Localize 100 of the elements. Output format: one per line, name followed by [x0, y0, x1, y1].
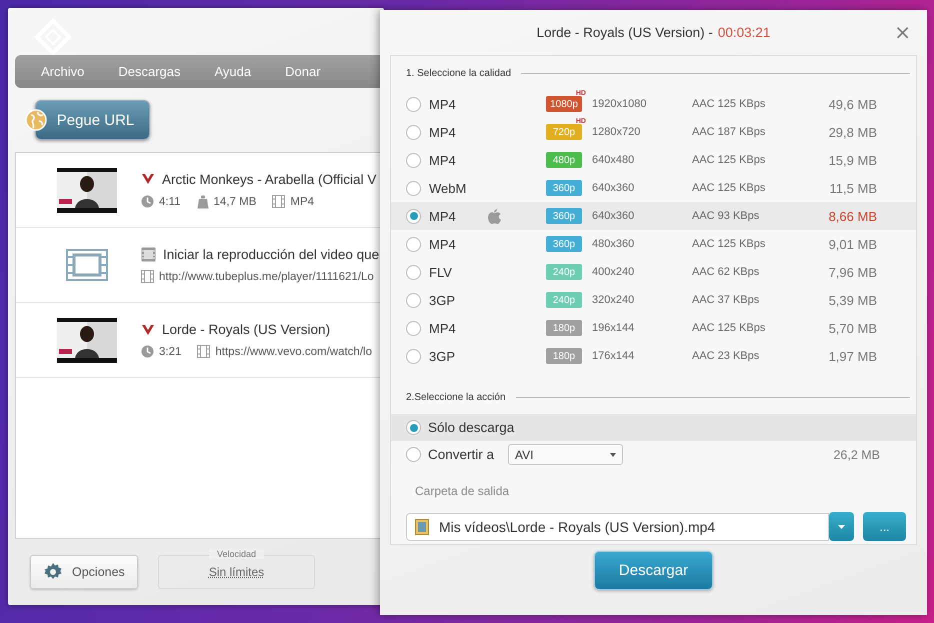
format-label: FLV — [429, 264, 453, 280]
resolution: 1280x720 — [592, 126, 642, 138]
quality-label: 360p — [552, 182, 576, 194]
radio-button[interactable] — [406, 152, 421, 168]
quality-label: 360p — [552, 210, 576, 222]
download-button[interactable]: Descargar — [594, 551, 713, 590]
format-label: MP4 — [429, 96, 457, 112]
file-size: 29,8 MB — [828, 124, 877, 140]
format-label: WebM — [429, 180, 468, 196]
browse-button[interactable]: ... — [863, 512, 906, 541]
file-size: 5,39 MB — [828, 292, 877, 308]
video-info: http://www.tubeplus.me/player/1111621/Lo — [159, 270, 374, 282]
radio-button[interactable] — [406, 292, 421, 308]
section-heading: 2.Seleccione la acción — [406, 392, 506, 402]
dialog-title: Lorde - Royals (US Version) - — [536, 25, 713, 40]
file-size: 11,5 MB — [830, 180, 877, 196]
video-info: 4:11 — [159, 196, 181, 208]
resolution: 176x144 — [592, 350, 636, 362]
quality-label: 180p — [552, 322, 576, 334]
resolution: 400x240 — [592, 266, 636, 278]
action-label: Sólo descarga — [428, 420, 514, 435]
quality-label: 240p — [552, 294, 576, 306]
audio-bitrate: AAC 125 KBps — [692, 154, 766, 166]
audio-bitrate: AAC 93 KBps — [692, 210, 760, 222]
chevron-icon — [141, 324, 155, 336]
radio-button[interactable] — [406, 124, 421, 140]
format-label: MP4 — [429, 236, 457, 252]
file-size: 8,66 MB — [828, 208, 877, 224]
menu-item[interactable]: Donar — [285, 64, 321, 79]
video-title: Arctic Monkeys - Arabella (Official V — [162, 172, 376, 186]
quality-label: 480p — [552, 154, 576, 166]
file-size: 7,96 MB — [828, 264, 877, 280]
radio-button[interactable] — [406, 348, 421, 364]
resolution: 320x240 — [592, 294, 636, 306]
audio-bitrate: AAC 125 KBps — [692, 322, 766, 334]
format-label: 3GP — [429, 292, 456, 308]
clock-icon — [141, 345, 154, 358]
folder-dropdown-button[interactable] — [829, 512, 854, 541]
quality-label: 1080p — [550, 98, 578, 110]
video-info: https://www.vevo.com/watch/lo — [215, 346, 372, 358]
radio-button[interactable] — [406, 320, 421, 336]
radio-button[interactable] — [406, 96, 421, 112]
format-label: MP4 — [429, 124, 457, 140]
speed-link[interactable]: Sin límites — [208, 565, 264, 579]
format-label: MP4 — [429, 320, 457, 336]
menu-item[interactable]: Archivo — [41, 64, 84, 79]
resolution: 196x144 — [592, 322, 636, 334]
resolution: 1920x1080 — [592, 98, 648, 110]
paste-url-button[interactable]: Pegue URL — [35, 100, 150, 140]
quality-label: 180p — [552, 350, 576, 362]
video-info: 14,7 MB — [214, 196, 256, 208]
format-label: MP4 — [429, 208, 457, 224]
radio-button[interactable] — [406, 420, 421, 435]
audio-bitrate: AAC 62 KBps — [692, 266, 760, 278]
video-title: Iniciar la reproducción del video que — [163, 247, 380, 262]
radio-button[interactable] — [406, 447, 421, 462]
film-icon — [197, 345, 210, 358]
radio-button[interactable] — [406, 264, 421, 280]
file-size: 49,6 MB — [828, 96, 877, 112]
chevron-icon — [141, 173, 155, 185]
dropdown-value: AVI — [515, 448, 534, 462]
close-button[interactable]: × — [894, 21, 911, 43]
resolution: 640x480 — [592, 154, 636, 166]
globe-icon — [25, 109, 47, 131]
quality-label: 240p — [552, 266, 576, 278]
audio-bitrate: AAC 125 KBps — [692, 98, 766, 110]
options-button[interactable]: Opciones — [30, 555, 138, 589]
resolution: 480x360 — [592, 238, 636, 250]
file-size: 5,70 MB — [828, 320, 877, 336]
caret-icon — [838, 524, 845, 528]
audio-bitrate: AAC 37 KBps — [692, 294, 760, 306]
file-size: 26,2 MB — [833, 448, 880, 462]
clock-icon — [141, 195, 154, 208]
file-size: 15,9 MB — [828, 152, 877, 168]
logo-icon — [35, 19, 71, 55]
folder-path-field[interactable]: Mis vídeos\Lorde - Royals (US Version).mp4 — [406, 512, 829, 540]
radio-button[interactable] — [406, 208, 421, 224]
caret-icon — [610, 452, 616, 456]
section-heading: 1. Seleccione la calidad — [406, 68, 512, 78]
file-size: 9,01 MB — [828, 236, 877, 252]
resolution: 640x360 — [592, 210, 636, 222]
menu-item[interactable]: Descargas — [118, 64, 180, 79]
video-duration: 00:03:21 — [718, 25, 770, 40]
resolution: 640x360 — [592, 182, 636, 194]
quality-label: 360p — [552, 238, 576, 250]
menu-item[interactable]: Ayuda — [214, 64, 252, 79]
format-dropdown[interactable]: AVI — [508, 444, 624, 465]
format-label: 3GP — [429, 348, 456, 364]
folder-icon — [415, 518, 429, 534]
video-title: Lorde - Royals (US Version) — [162, 322, 330, 337]
radio-button[interactable] — [406, 180, 421, 196]
speed-label: Velocidad — [208, 549, 264, 559]
film-icon — [141, 270, 154, 283]
audio-bitrate: AAC 125 KBps — [692, 182, 766, 194]
video-info: 3:21 — [159, 346, 182, 358]
radio-button[interactable] — [406, 236, 421, 252]
audio-bitrate: AAC 23 KBps — [692, 350, 760, 362]
frame-icon — [141, 247, 156, 262]
film-strip-icon — [66, 249, 108, 281]
format-label: MP4 — [429, 152, 457, 168]
